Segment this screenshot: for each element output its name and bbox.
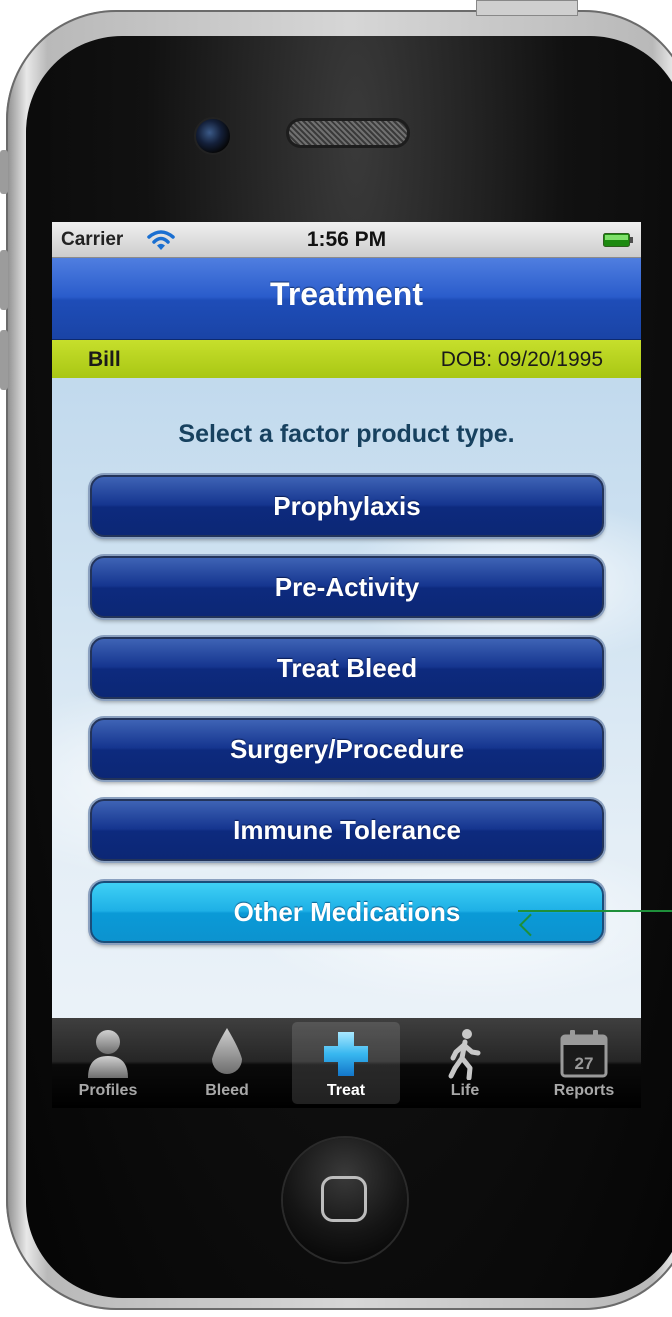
tab-life[interactable]: Life bbox=[411, 1022, 519, 1104]
tab-bar: Profiles Bleed Treat Life 27 Reports bbox=[52, 1018, 641, 1108]
tab-profiles[interactable]: Profiles bbox=[54, 1022, 162, 1104]
mute-switch bbox=[0, 150, 8, 194]
status-bar: Carrier 1:56 PM bbox=[52, 222, 641, 258]
battery-icon bbox=[603, 233, 633, 247]
home-square-icon bbox=[321, 1176, 367, 1222]
volume-down-key bbox=[0, 330, 8, 390]
walking-person-icon bbox=[448, 1029, 481, 1080]
profile-dob: DOB: 09/20/1995 bbox=[440, 348, 603, 371]
home-button[interactable] bbox=[283, 1138, 407, 1262]
volume-up-key bbox=[0, 250, 8, 310]
tab-bleed[interactable]: Bleed bbox=[173, 1022, 281, 1104]
calendar-icon: 27 bbox=[560, 1030, 608, 1078]
surgery-procedure-button[interactable]: Surgery/Procedure bbox=[90, 718, 604, 780]
profile-name: Bill bbox=[88, 348, 121, 371]
treat-bleed-button[interactable]: Treat Bleed bbox=[90, 637, 604, 699]
front-camera-icon bbox=[194, 117, 232, 155]
profile-bar: Bill DOB: 09/20/1995 bbox=[52, 340, 641, 378]
page-title: Treatment bbox=[270, 276, 423, 312]
navigation-bar: Treatment bbox=[52, 258, 641, 340]
prophylaxis-button[interactable]: Prophylaxis bbox=[90, 475, 604, 537]
instruction-text: Select a factor product type. bbox=[178, 420, 515, 448]
calendar-day: 27 bbox=[575, 1054, 594, 1073]
pre-activity-button[interactable]: Pre-Activity bbox=[90, 556, 604, 618]
tab-label: Profiles bbox=[78, 1082, 138, 1099]
cross-icon bbox=[324, 1032, 368, 1076]
tab-label: Bleed bbox=[205, 1082, 249, 1099]
tab-label: Life bbox=[450, 1082, 480, 1099]
tab-label: Reports bbox=[553, 1082, 615, 1099]
app-screen: Carrier 1:56 PM Treatment Bill DOB: 09/2… bbox=[52, 222, 641, 1108]
person-icon bbox=[88, 1030, 128, 1078]
callout-arrow bbox=[518, 910, 672, 912]
earpiece-speaker bbox=[286, 118, 410, 148]
sleep-key bbox=[476, 0, 578, 16]
drop-icon bbox=[212, 1028, 242, 1074]
tab-treat[interactable]: Treat bbox=[292, 1022, 400, 1104]
status-time: 1:56 PM bbox=[306, 228, 387, 251]
immune-tolerance-button[interactable]: Immune Tolerance bbox=[90, 799, 604, 861]
tab-label: Treat bbox=[326, 1082, 366, 1099]
tab-reports[interactable]: 27 Reports bbox=[530, 1022, 638, 1104]
